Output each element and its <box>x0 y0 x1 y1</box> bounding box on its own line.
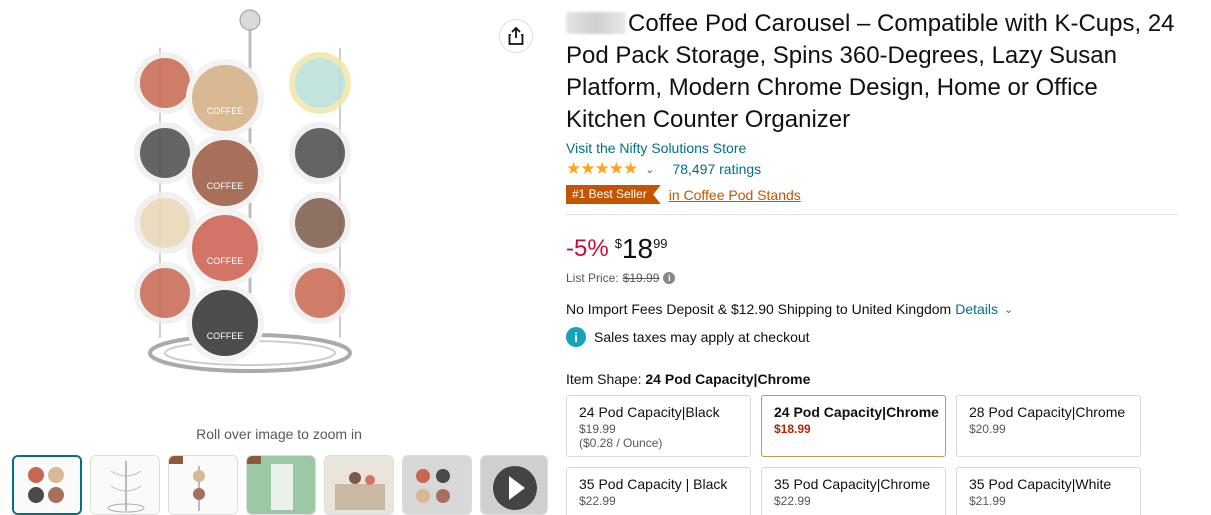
list-price: List Price: $19.99 i <box>566 271 1178 285</box>
thumbnail-3[interactable] <box>168 455 238 515</box>
price-currency: $ <box>614 236 622 251</box>
option-name: 24 Pod Capacity|Chrome <box>774 404 939 420</box>
price-block: -5% $ 18 99 <box>566 233 1178 265</box>
option-35-black[interactable]: 35 Pod Capacity | Black $22.99 <box>566 467 751 515</box>
option-name: 35 Pod Capacity | Black <box>579 476 728 492</box>
category-link[interactable]: in Coffee Pod Stands <box>669 187 801 203</box>
shipping-info: No Import Fees Deposit & $12.90 Shipping… <box>566 301 1178 317</box>
option-35-white[interactable]: 35 Pod Capacity|White $21.99 <box>956 467 1141 515</box>
bestseller-row: #1 Best Seller in Coffee Pod Stands <box>566 185 1178 204</box>
price-fraction: 99 <box>653 236 668 251</box>
shipping-details-link[interactable]: Details <box>955 301 998 317</box>
option-price: $22.99 <box>579 494 616 508</box>
product-title-text: Coffee Pod Carousel – Compatible with K-… <box>566 10 1175 133</box>
option-price: $19.99 <box>579 422 616 436</box>
product-title: Coffee Pod Carousel – Compatible with K-… <box>566 8 1178 136</box>
pod-label: COFFEE <box>207 331 244 341</box>
thumbnail-1[interactable] <box>12 455 82 515</box>
store-link[interactable]: Visit the Nifty Solutions Store <box>566 140 1178 156</box>
shipping-text: No Import Fees Deposit & $12.90 Shipping… <box>566 301 952 317</box>
product-details: Coffee Pod Carousel – Compatible with K-… <box>566 8 1178 515</box>
item-shape-key: Item Shape: <box>566 371 642 387</box>
option-name: 35 Pod Capacity|Chrome <box>774 476 931 492</box>
option-name: 28 Pod Capacity|Chrome <box>969 404 1126 420</box>
price-whole: 18 <box>621 233 654 264</box>
list-price-label: List Price: <box>566 271 619 285</box>
item-shape-label: Item Shape: 24 Pod Capacity|Chrome <box>566 371 1178 387</box>
pod-label: COFFEE <box>207 181 244 191</box>
option-price: $22.99 <box>774 494 811 508</box>
option-name: 24 Pod Capacity|Black <box>579 404 720 420</box>
tax-note: i Sales taxes may apply at checkout <box>566 327 1178 347</box>
main-product-image[interactable]: COFFEE COFFEE COFFEE COFFEE <box>130 8 410 388</box>
option-24-chrome[interactable]: 24 Pod Capacity|Chrome $18.99 <box>761 395 946 457</box>
option-unit-price: ($0.28 / Ounce) <box>579 436 663 450</box>
chevron-down-icon[interactable]: ⌄ <box>1004 303 1013 316</box>
option-name: 35 Pod Capacity|White <box>969 476 1112 492</box>
share-icon <box>508 27 524 45</box>
thumbnail-2[interactable] <box>90 455 160 515</box>
option-price: $21.99 <box>969 494 1006 508</box>
option-price: $18.99 <box>774 422 811 436</box>
chevron-down-icon[interactable]: ⌄ <box>645 163 654 176</box>
list-price-value: $19.99 <box>622 271 660 285</box>
option-24-black[interactable]: 24 Pod Capacity|Black $19.99 ($0.28 / Ou… <box>566 395 751 457</box>
brand-name-redacted <box>566 12 626 34</box>
pod-label: COFFEE <box>207 106 244 116</box>
thumbnail-5[interactable] <box>324 455 394 515</box>
thumbnail-4[interactable] <box>246 455 316 515</box>
zoom-hint: Roll over image to zoom in <box>196 426 362 442</box>
rating-row: ★★★★★ ⌄ 78,497 ratings <box>566 159 1178 179</box>
best-seller-badge: #1 Best Seller <box>566 185 661 204</box>
thumbnail-6[interactable] <box>402 455 472 515</box>
star-rating-icon[interactable]: ★★★★★ <box>566 159 638 179</box>
thumbnail-strip <box>12 455 548 515</box>
tax-note-text: Sales taxes may apply at checkout <box>594 329 810 345</box>
item-shape-options: 24 Pod Capacity|Black $19.99 ($0.28 / Ou… <box>566 395 1178 515</box>
divider <box>566 214 1178 215</box>
share-button[interactable] <box>500 20 532 52</box>
item-shape-value: 24 Pod Capacity|Chrome <box>645 371 811 387</box>
discount-percent: -5% <box>566 235 609 262</box>
option-price: $20.99 <box>969 422 1006 436</box>
pod-label: COFFEE <box>207 256 244 266</box>
option-28-chrome[interactable]: 28 Pod Capacity|Chrome $20.99 <box>956 395 1141 457</box>
info-icon[interactable]: i <box>663 272 676 284</box>
info-circle-icon: i <box>566 327 586 347</box>
video-thumbnail[interactable] <box>480 455 548 515</box>
option-35-chrome[interactable]: 35 Pod Capacity|Chrome $22.99 <box>761 467 946 515</box>
ratings-count-link[interactable]: 78,497 ratings <box>672 161 761 177</box>
